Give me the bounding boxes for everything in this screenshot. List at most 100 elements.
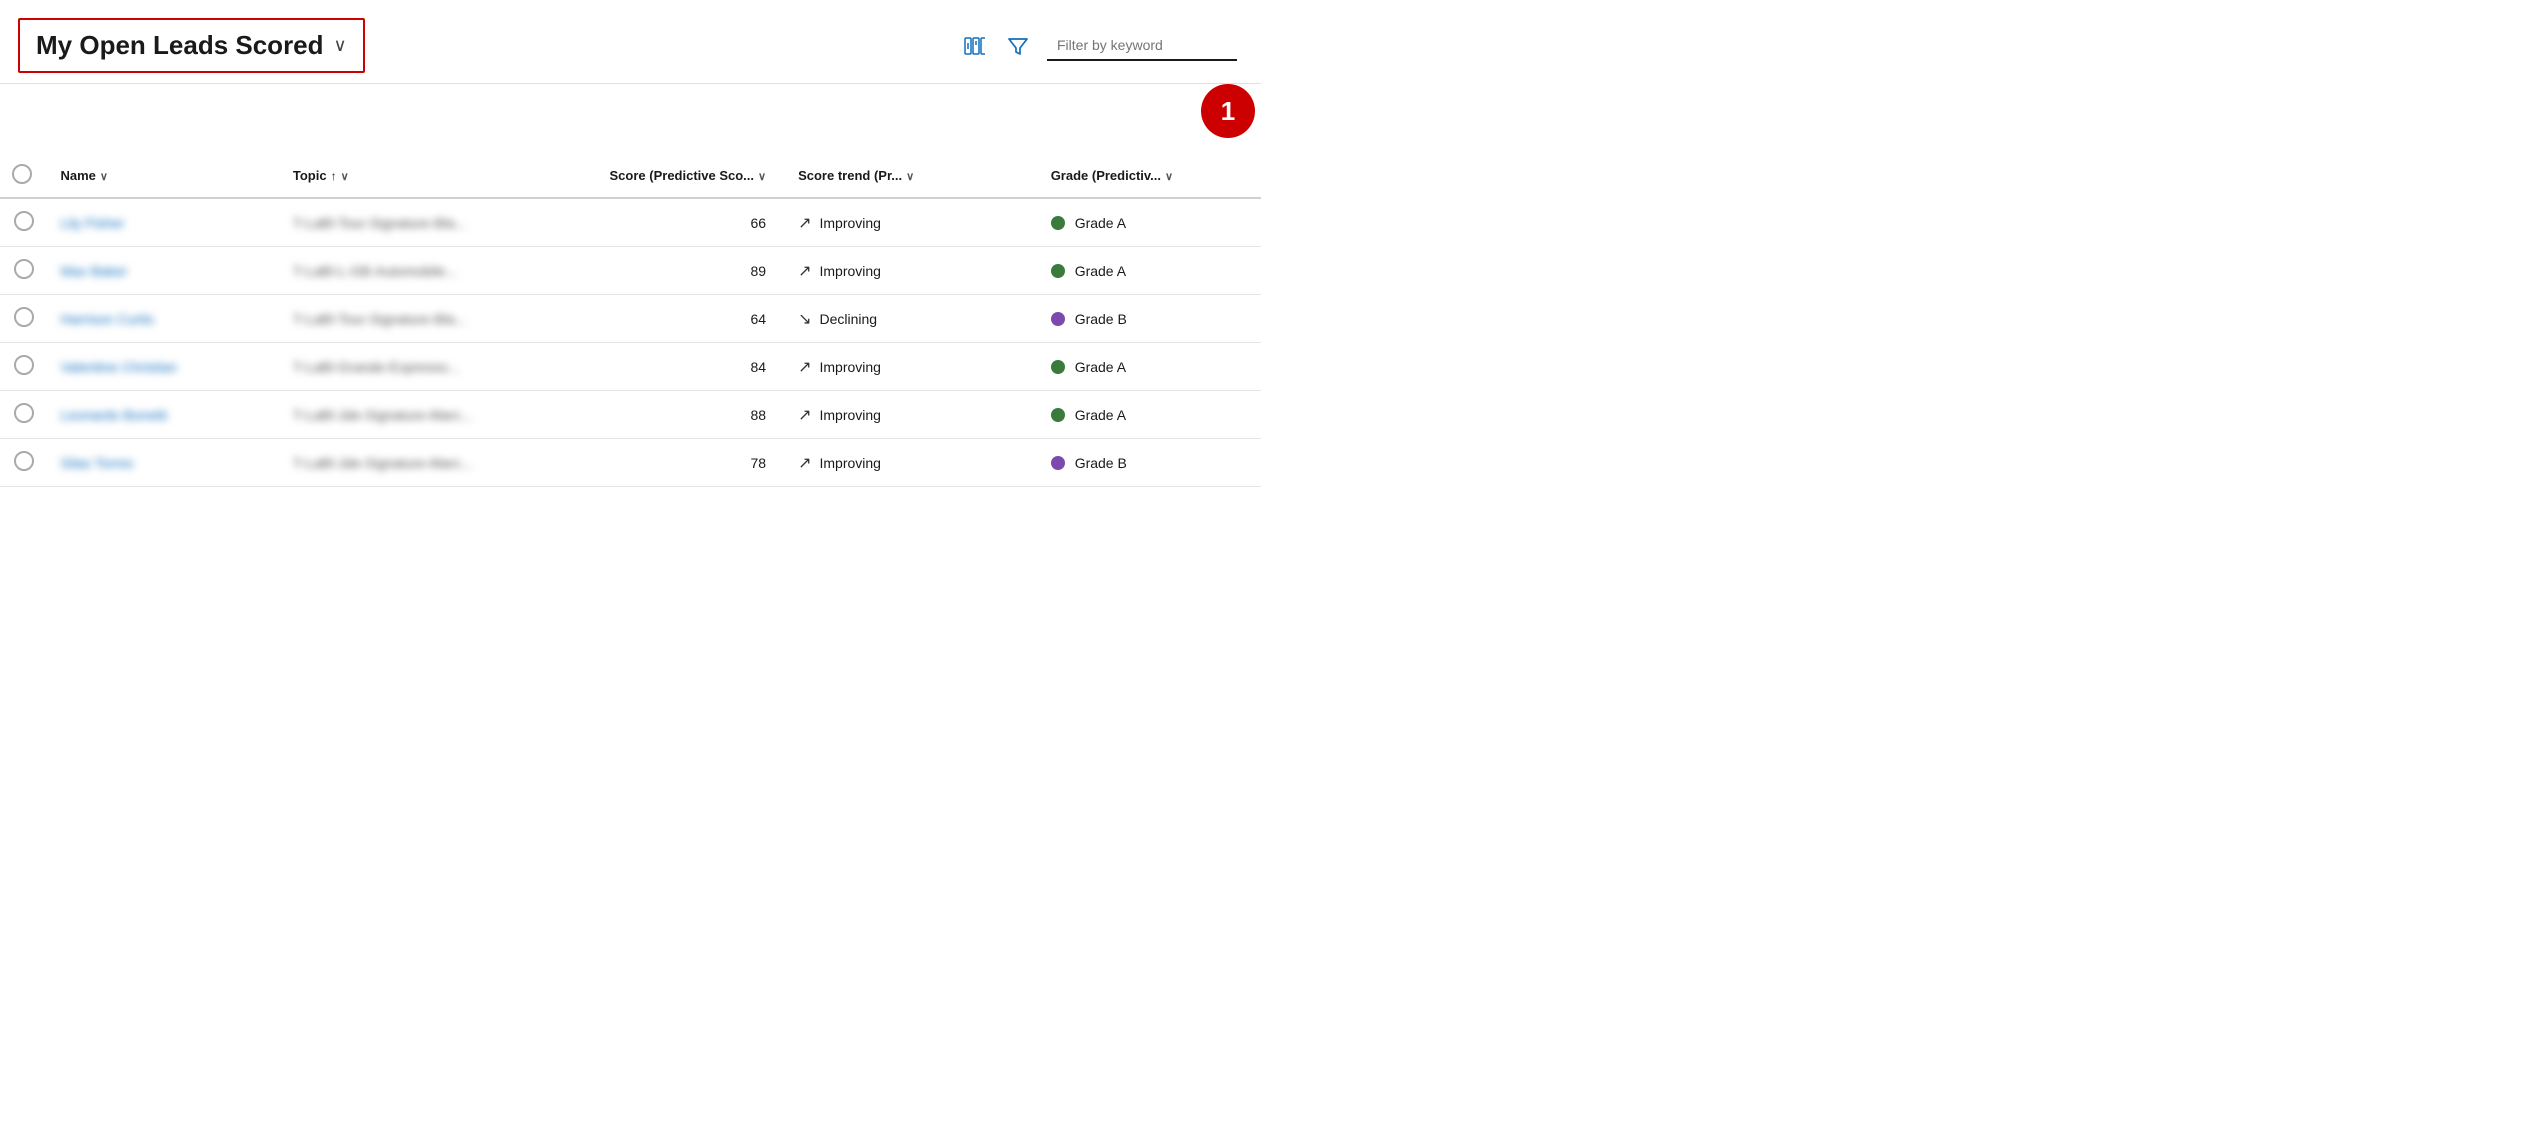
grade-dot-4 [1051,408,1065,422]
grade-label-4: Grade A [1075,407,1126,423]
edit-columns-button[interactable] [959,31,989,61]
trend-label-3: Improving [820,359,881,375]
row-trend-1: Improving [786,247,1039,295]
trend-arrow-0 [798,213,811,233]
row-score-0: 66 [544,198,787,247]
row-checkbox-5[interactable] [0,439,49,487]
checkbox-circle-3[interactable] [14,355,34,375]
trend-label-0: Improving [820,215,881,231]
annotation-badge-1: 1 [1201,84,1255,138]
row-name-4[interactable]: Leonardo Bonetti [49,391,281,439]
row-grade-0: Grade A [1039,198,1261,247]
name-link-4[interactable]: Leonardo Bonetti [61,407,168,423]
table-row: Silas Torres T-LaBl-Jde-Signature-Marc..… [0,439,1261,487]
trend-sort-icon[interactable] [906,168,914,183]
name-sort-icon[interactable] [100,168,108,183]
topic-asc-icon[interactable] [331,168,337,183]
trend-arrow-2 [798,309,811,329]
trend-label-4: Improving [820,407,881,423]
row-grade-4: Grade A [1039,391,1261,439]
checkbox-circle-4[interactable] [14,403,34,423]
row-topic-5: T-LaBl-Jde-Signature-Marc... [281,439,544,487]
checkbox-circle-1[interactable] [14,259,34,279]
leads-table: Name Topic Score (Predictive Sc [0,154,1261,487]
topic-text-2: T-LaBl-Tour-Signature-Bla... [293,311,467,327]
row-checkbox-4[interactable] [0,391,49,439]
name-link-0[interactable]: Lily Fisher [61,215,125,231]
row-score-5: 78 [544,439,787,487]
topic-text-3: T-LaBl-Grande-Expresso... [293,359,460,375]
grade-label-1: Grade A [1075,263,1126,279]
grade-label-5: Grade B [1075,455,1127,471]
row-topic-3: T-LaBl-Grande-Expresso... [281,343,544,391]
grade-sort-icon[interactable] [1165,168,1173,183]
topic-text-5: T-LaBl-Jde-Signature-Marc... [293,455,473,471]
row-checkbox-3[interactable] [0,343,49,391]
table-container: Name Topic Score (Predictive Sc [0,154,1261,487]
table-row: Valentine Christian T-LaBl-Grande-Expres… [0,343,1261,391]
col-header-topic[interactable]: Topic [281,154,544,198]
name-link-5[interactable]: Silas Torres [61,455,134,471]
table-row: Max Baker T-LaBl-L-GB-Automobile... 89 I… [0,247,1261,295]
col-header-checkbox[interactable] [0,154,49,198]
col-header-score[interactable]: Score (Predictive Sco... [544,154,787,198]
trend-arrow-3 [798,357,811,377]
grade-label-0: Grade A [1075,215,1126,231]
page-title: My Open Leads Scored [36,30,324,61]
keyword-filter-input[interactable] [1047,31,1237,61]
title-dropdown-icon[interactable]: ∨ [334,35,347,56]
header-actions [959,31,1237,61]
row-name-0[interactable]: Lily Fisher [49,198,281,247]
checkbox-circle-0[interactable] [14,211,34,231]
row-topic-1: T-LaBl-L-GB-Automobile... [281,247,544,295]
title-area[interactable]: My Open Leads Scored ∨ [18,18,365,73]
grade-label-3: Grade A [1075,359,1126,375]
header-checkbox-circle[interactable] [12,164,32,184]
score-sort-icon[interactable] [758,168,766,183]
trend-label-5: Improving [820,455,881,471]
row-score-1: 89 [544,247,787,295]
checkbox-circle-5[interactable] [14,451,34,471]
row-trend-3: Improving [786,343,1039,391]
annotations-row: 1 2 3 [0,84,1261,154]
row-name-3[interactable]: Valentine Christian [49,343,281,391]
grade-dot-2 [1051,312,1065,326]
row-checkbox-0[interactable] [0,198,49,247]
name-link-2[interactable]: Harrison Curtis [61,311,154,327]
name-link-1[interactable]: Max Baker [61,263,128,279]
grade-dot-1 [1051,264,1065,278]
row-checkbox-2[interactable] [0,295,49,343]
header: My Open Leads Scored ∨ [0,0,1261,84]
topic-text-1: T-LaBl-L-GB-Automobile... [293,263,457,279]
row-score-3: 84 [544,343,787,391]
row-score-4: 88 [544,391,787,439]
table-body: Lily Fisher T-LaBl-Tour-Signature-Bla...… [0,198,1261,487]
name-link-3[interactable]: Valentine Christian [61,359,177,375]
trend-arrow-4 [798,405,811,425]
row-name-2[interactable]: Harrison Curtis [49,295,281,343]
row-topic-2: T-LaBl-Tour-Signature-Bla... [281,295,544,343]
grade-label-2: Grade B [1075,311,1127,327]
row-name-5[interactable]: Silas Torres [49,439,281,487]
topic-sort-icon[interactable] [341,168,349,183]
table-row: Leonardo Bonetti T-LaBl-Jde-Signature-Ma… [0,391,1261,439]
filter-button[interactable] [1003,31,1033,61]
grade-dot-0 [1051,216,1065,230]
col-header-name[interactable]: Name [49,154,281,198]
col-header-trend[interactable]: Score trend (Pr... [786,154,1039,198]
col-header-grade[interactable]: Grade (Predictiv... [1039,154,1261,198]
trend-label-1: Improving [820,263,881,279]
topic-text-0: T-LaBl-Tour-Signature-Bla... [293,215,467,231]
row-trend-0: Improving [786,198,1039,247]
row-grade-3: Grade A [1039,343,1261,391]
table-row: Harrison Curtis T-LaBl-Tour-Signature-Bl… [0,295,1261,343]
row-topic-0: T-LaBl-Tour-Signature-Bla... [281,198,544,247]
row-checkbox-1[interactable] [0,247,49,295]
row-name-1[interactable]: Max Baker [49,247,281,295]
row-trend-2: Declining [786,295,1039,343]
row-trend-5: Improving [786,439,1039,487]
checkbox-circle-2[interactable] [14,307,34,327]
grade-dot-5 [1051,456,1065,470]
table-row: Lily Fisher T-LaBl-Tour-Signature-Bla...… [0,198,1261,247]
grade-dot-3 [1051,360,1065,374]
